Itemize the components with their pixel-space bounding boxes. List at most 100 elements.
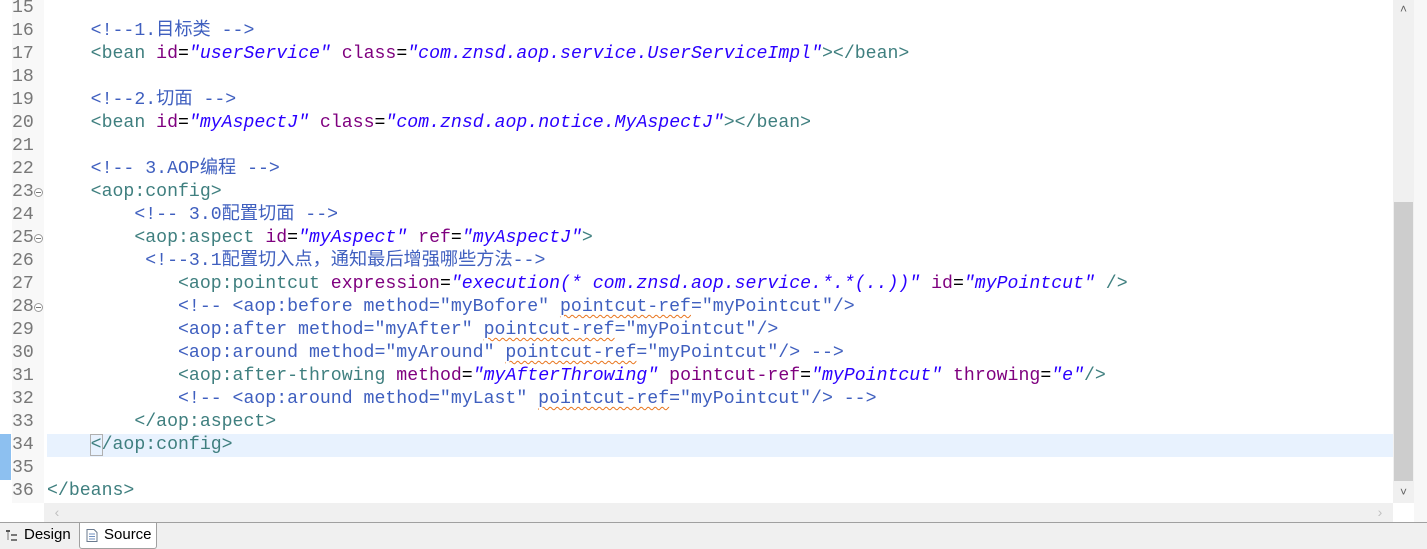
line-number: 25 (12, 228, 34, 248)
code-line[interactable]: 15 (0, 0, 1393, 20)
attribute-name: id (931, 274, 953, 294)
xml-tag: <aop:aspect (134, 228, 266, 248)
code-text: </beans> (47, 480, 134, 503)
line-number: 15 (12, 0, 34, 18)
spelling-warning-text: pointcut-ref (559, 297, 691, 317)
attribute-name: method (396, 366, 462, 386)
equals-sign: = (287, 228, 299, 248)
xml-source-editor[interactable]: 15 16 <!--1.目标类 --> 17 <bean id="userServi… (0, 0, 1393, 503)
code-line[interactable]: 36 </beans> (0, 480, 1393, 503)
code-line[interactable]: 29 <aop:after method="myAfter" pointcut-… (0, 319, 1393, 342)
line-number: 29 (12, 320, 34, 340)
vertical-scrollbar-thumb[interactable] (1394, 202, 1413, 481)
attribute-name: class (341, 44, 397, 64)
code-text: <!-- 3.AOP编程 --> (47, 158, 280, 181)
scroll-right-arrow-icon[interactable]: › (1371, 503, 1389, 522)
change-marker (0, 434, 11, 480)
xml-comment: <!-- <aop:around method="myLast" (177, 389, 539, 409)
code-line[interactable]: 18 (0, 66, 1393, 89)
xml-tag: <bean (90, 44, 157, 64)
line-number: 23 (12, 182, 34, 202)
xml-tag: /aop:config> (101, 435, 233, 455)
equals-sign: = (450, 228, 462, 248)
attribute-value: "myAspect" (298, 228, 408, 248)
code-text: <bean id="userService" class="com.znsd.a… (47, 43, 910, 66)
document-icon (86, 529, 98, 542)
fold-collapse-icon[interactable] (34, 303, 43, 312)
code-line[interactable]: 20 <bean id="myAspectJ" class="com.znsd.… (0, 112, 1393, 135)
scroll-down-arrow-icon[interactable]: ˅ (1393, 483, 1414, 501)
xml-comment: ="myPointcut"/> (690, 297, 855, 317)
code-line[interactable]: 31 <aop:after-throwing method="myAfterTh… (0, 365, 1393, 388)
vertical-scrollbar[interactable]: ˄ ˅ (1393, 0, 1414, 503)
xml-comment: <aop:after method="myAfter" (177, 320, 484, 340)
current-line[interactable]: 34 </aop:config> (0, 434, 1393, 457)
code-text: <!--3.1配置切入点，通知最后增强哪些方法--> (47, 250, 545, 273)
attribute-name: id (156, 113, 179, 133)
attribute-value: "userService" (188, 44, 331, 64)
fold-collapse-icon[interactable] (34, 234, 43, 243)
code-line[interactable]: 24 <!-- 3.0配置切面 --> (0, 204, 1393, 227)
code-line[interactable]: 17 <bean id="userService" class="com.zns… (0, 43, 1393, 66)
code-line[interactable]: 19 <!--2.切面 --> (0, 89, 1393, 112)
code-text: <!-- <aop:around method="myLast" pointcu… (47, 388, 877, 411)
tree-icon (6, 530, 17, 541)
code-line[interactable]: 25 <aop:aspect id="myAspect" ref="myAspe… (0, 227, 1393, 250)
fold-collapse-icon[interactable] (34, 188, 43, 197)
line-number: 35 (12, 458, 34, 478)
code-line[interactable]: 21 (0, 135, 1393, 158)
attribute-value: "e" (1051, 366, 1084, 386)
code-text: <aop:aspect id="myAspect" ref="myAspectJ… (47, 227, 593, 250)
code-line[interactable]: 16 <!--1.目标类 --> (0, 20, 1393, 43)
code-line[interactable]: 33 </aop:aspect> (0, 411, 1393, 434)
code-text: <!--2.切面 --> (47, 89, 237, 112)
code-line[interactable]: 26 <!--3.1配置切入点，通知最后增强哪些方法--> (0, 250, 1393, 273)
code-text: <!-- <aop:before method="myBofore" point… (47, 296, 855, 319)
xml-tag: ></bean> (822, 44, 910, 64)
code-text: <aop:config> (47, 181, 222, 204)
equals-sign: = (178, 44, 189, 64)
attribute-name: expression (330, 274, 440, 294)
code-text: <aop:around method="myAround" pointcut-r… (47, 342, 844, 365)
code-line[interactable]: 32 <!-- <aop:around method="myLast" poin… (0, 388, 1393, 411)
xml-tag: > (581, 228, 593, 248)
scroll-up-arrow-icon[interactable]: ˄ (1393, 0, 1414, 18)
xml-tag: <aop:config> (90, 182, 222, 202)
code-line[interactable]: 27 <aop:pointcut expression="execution(*… (0, 273, 1393, 296)
xml-tag: <aop:pointcut (177, 274, 331, 294)
code-text: <aop:after method="myAfter" pointcut-ref… (47, 319, 778, 342)
code-text: </aop:config> (47, 434, 233, 457)
line-number: 33 (12, 412, 34, 432)
line-number: 27 (12, 274, 34, 294)
code-line[interactable]: 23 <aop:config> (0, 181, 1393, 204)
xml-comment: <!--1.目标类 --> (90, 21, 255, 41)
code-line[interactable]: 22 <!-- 3.AOP编程 --> (0, 158, 1393, 181)
code-line[interactable]: 28 <!-- <aop:before method="myBofore" po… (0, 296, 1393, 319)
line-number: 19 (12, 90, 34, 110)
line-number: 22 (12, 159, 34, 179)
horizontal-scrollbar[interactable]: ‹ › (44, 503, 1393, 522)
tab-design[interactable]: Design (0, 523, 78, 549)
line-number: 31 (12, 366, 34, 386)
equals-sign: = (952, 274, 964, 294)
scroll-left-arrow-icon[interactable]: ‹ (48, 503, 66, 522)
spelling-warning-text: pointcut-ref (505, 343, 637, 363)
tab-source[interactable]: Source (79, 523, 157, 549)
scrollbar-corner (0, 503, 44, 522)
equals-sign: = (396, 44, 408, 64)
code-line[interactable]: 30 <aop:around method="myAround" pointcu… (0, 342, 1393, 365)
tab-label: Source (104, 526, 152, 543)
code-text: <!-- 3.0配置切面 --> (47, 204, 338, 227)
code-line[interactable]: 35 (0, 457, 1393, 480)
attribute-name: throwing (952, 366, 1041, 386)
